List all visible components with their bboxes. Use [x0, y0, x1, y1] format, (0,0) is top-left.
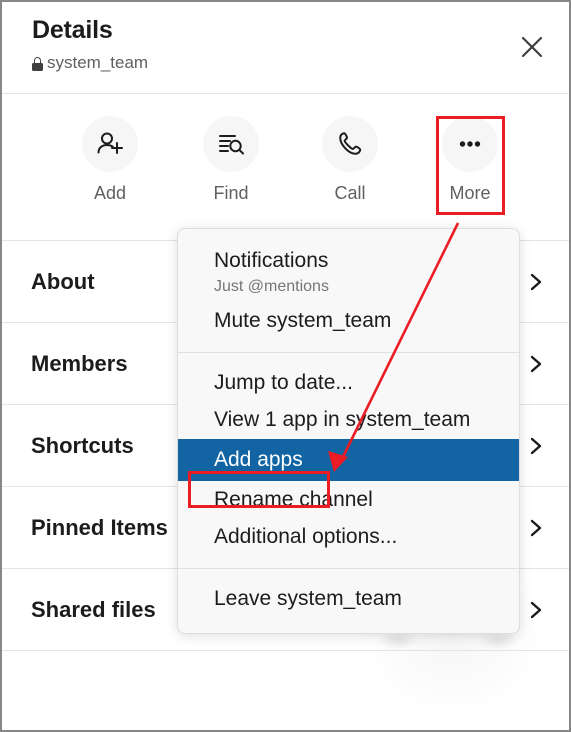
menu-item-label: Jump to date... — [214, 370, 353, 394]
row-label: Members — [31, 350, 128, 376]
more-options-menu: Notifications Just @mentions Mute system… — [177, 228, 520, 634]
menu-item-label: Rename channel — [214, 487, 373, 511]
chevron-right-icon — [528, 271, 544, 293]
phone-icon — [322, 116, 378, 172]
call-button[interactable]: Call — [310, 116, 390, 204]
menu-divider — [178, 568, 519, 570]
more-label: More — [449, 183, 491, 203]
menu-item-sublabel: Just @mentions — [214, 277, 329, 295]
chevron-right-icon — [528, 599, 544, 621]
menu-item-jump-to-date[interactable]: Jump to date... — [178, 364, 519, 402]
menu-item-view-apps[interactable]: View 1 app in system_team — [178, 401, 519, 439]
add-person-icon — [82, 116, 138, 172]
row-label: Shortcuts — [31, 432, 134, 458]
menu-item-notifications[interactable]: Notifications Just @mentions — [178, 242, 519, 302]
chevron-right-icon — [528, 435, 544, 457]
quick-actions-bar: Add Find Call More — [2, 94, 569, 241]
add-member-label: Add — [93, 183, 127, 203]
row-label: Pinned Items — [31, 514, 168, 540]
menu-item-label: Notifications — [214, 249, 329, 272]
page-title: Details — [32, 16, 113, 44]
details-panel: Details system_team Add Find Call More A… — [0, 0, 571, 732]
menu-item-label: Additional options... — [214, 525, 398, 549]
menu-item-rename-channel[interactable]: Rename channel — [178, 481, 519, 519]
channel-name: system_team — [47, 53, 149, 72]
menu-item-label: View 1 app in system_team — [214, 408, 471, 432]
channel-name-row: system_team — [32, 53, 148, 73]
menu-item-additional-options[interactable]: Additional options... — [178, 518, 519, 556]
panel-header: Details system_team — [2, 2, 569, 94]
ellipsis-icon — [442, 116, 498, 172]
more-button[interactable]: More — [430, 116, 510, 204]
find-button[interactable]: Find — [191, 116, 271, 204]
menu-item-label: Add apps — [214, 447, 303, 471]
find-search-icon — [203, 116, 259, 172]
menu-item-label: Mute system_team — [214, 308, 392, 332]
menu-item-add-apps[interactable]: Add apps — [178, 438, 519, 481]
menu-item-leave-channel[interactable]: Leave system_team — [178, 580, 519, 618]
menu-item-mute-channel[interactable]: Mute system_team — [178, 302, 519, 340]
chevron-right-icon — [528, 517, 544, 539]
row-label: Shared files — [31, 596, 156, 622]
menu-item-label: Leave system_team — [214, 587, 402, 611]
chevron-right-icon — [528, 353, 544, 375]
find-label: Find — [213, 183, 249, 203]
add-member-button[interactable]: Add — [70, 116, 150, 204]
call-label: Call — [334, 183, 366, 203]
lock-icon — [32, 57, 43, 71]
menu-divider — [178, 351, 519, 353]
row-label: About — [31, 268, 95, 294]
close-icon[interactable] — [517, 32, 547, 62]
